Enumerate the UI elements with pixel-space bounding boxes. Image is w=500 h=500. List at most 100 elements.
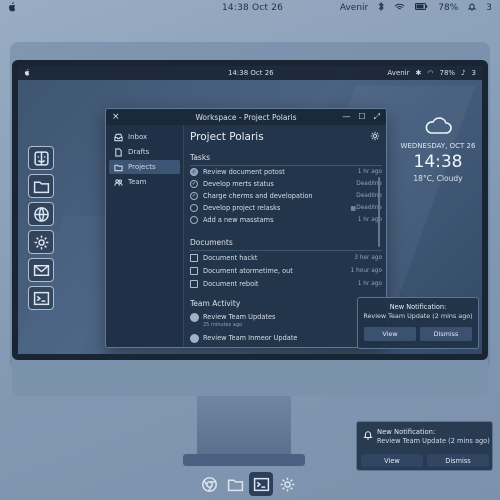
calendar-icon: ▦ (350, 204, 356, 212)
apple-menu-icon[interactable] (24, 68, 30, 78)
left-dock (28, 146, 56, 316)
activity-header: Team Activity (190, 299, 241, 308)
fullscreen-icon[interactable]: ⤢ (374, 112, 380, 122)
task-label: Develop project relasks (203, 204, 281, 212)
folder-icon[interactable] (223, 472, 247, 496)
terminal-icon[interactable] (28, 286, 54, 310)
inner-notification-count: 3 (471, 69, 476, 77)
sidebar-item-projects[interactable]: Projects (109, 160, 180, 174)
document-meta: 1 hr ago (357, 280, 382, 287)
window-title: Workspace - Project Polaris (195, 112, 297, 122)
task-item[interactable]: ✓ Charge cherms and developation Deadlin… (190, 190, 382, 202)
page-title: Project Polaris (190, 131, 264, 143)
view-button[interactable]: View (361, 454, 423, 467)
document-label: Document hackt (203, 253, 258, 262)
settings-gear-icon[interactable] (370, 131, 380, 141)
workspace-window: × Workspace - Project Polaris — ☐ ⤢ Inbo… (105, 108, 387, 348)
monitor-screen: 14:38 Oct 26 Avenir ✱ ◠ 78% ♪ 3 × Worksp… (18, 66, 482, 354)
check-icon[interactable]: ✓ (190, 180, 198, 188)
cloud-icon (425, 117, 452, 134)
task-label: Charge cherms and developation (203, 192, 313, 200)
task-item[interactable]: ✓ Develop merts status Deadline (190, 178, 382, 190)
dismiss-button[interactable]: Dismiss (420, 327, 472, 341)
document-label: Document atormetime, out (203, 266, 293, 275)
terminal-icon[interactable] (249, 472, 273, 496)
wifi-icon[interactable] (394, 3, 405, 14)
task-item[interactable]: ✓ Review document potost 1 hr ago (190, 166, 382, 178)
project-pane: Project Polaris Tasks ✓ Review document … (190, 131, 382, 343)
document-icon (190, 253, 198, 262)
battery-icon[interactable] (415, 3, 428, 13)
system-clock[interactable]: 14:38 Oct 26 (222, 3, 283, 13)
sidebar-item-inbox[interactable]: Inbox (109, 130, 180, 144)
inner-menu-bar: 14:38 Oct 26 Avenir ✱ ◠ 78% ♪ 3 (18, 66, 482, 80)
scrollbar[interactable] (378, 177, 380, 247)
file-icon (115, 147, 122, 157)
wifi-icon[interactable]: ◠ (427, 69, 433, 77)
system-menu-bar: 14:38 Oct 26 Avenir 78% 3 (0, 0, 500, 17)
globe-icon[interactable] (28, 202, 54, 226)
team-icon (114, 178, 123, 186)
check-icon[interactable]: ✓ (190, 168, 198, 176)
notification-count: 3 (486, 3, 492, 13)
sidebar-item-label: Drafts (128, 148, 150, 156)
notification-body: Review Team Update (2 mins ago) (377, 437, 490, 445)
widget-date: WEDNESDAY, OCT 26 (400, 142, 476, 150)
battery-percent: 78% (438, 3, 459, 13)
mail-icon[interactable] (28, 258, 54, 282)
activity-item[interactable]: Review Team Updates 25 minutes ago (190, 311, 382, 332)
document-item[interactable]: Document atormetime, out 1 hour ago (190, 264, 382, 277)
inner-clock[interactable]: 14:38 Oct 26 (228, 69, 274, 77)
monitor-chin (12, 360, 488, 396)
document-icon (190, 266, 198, 275)
sidebar-item-drafts[interactable]: Drafts (109, 145, 180, 159)
documents-header: Documents (190, 238, 382, 251)
activity-item[interactable]: Review Team Inmeor Update (190, 332, 382, 343)
dismiss-button[interactable]: Dismiss (427, 454, 489, 467)
avatar (190, 334, 199, 343)
avatar (190, 313, 199, 322)
inner-user-name[interactable]: Avenir (387, 69, 409, 77)
task-label: Develop merts status (203, 180, 274, 188)
document-label: Document reboit (203, 279, 259, 288)
window-sidebar: Inbox Drafts Projects Team (106, 125, 184, 347)
check-icon[interactable]: ✓ (190, 192, 198, 200)
bluetooth-icon[interactable] (378, 1, 384, 14)
window-titlebar[interactable]: × Workspace - Project Polaris — ☐ ⤢ (106, 109, 386, 125)
circle-icon[interactable] (190, 204, 198, 212)
task-item[interactable]: Develop project relasks ▦ Deadline (190, 202, 382, 214)
chrome-icon[interactable] (197, 472, 221, 496)
document-item[interactable]: Document reboit 1 hr ago (190, 277, 382, 290)
document-meta: 1 hour ago (350, 267, 382, 274)
document-icon (190, 279, 198, 288)
view-button[interactable]: View (364, 327, 416, 341)
finder-icon[interactable] (28, 146, 54, 170)
sidebar-item-label: Inbox (128, 133, 148, 141)
maximize-icon[interactable]: ☐ (358, 112, 365, 122)
notification-bell-icon[interactable] (468, 2, 477, 14)
gear-icon[interactable] (28, 230, 54, 254)
sidebar-item-team[interactable]: Team (109, 175, 180, 189)
notification-bell-icon[interactable]: ♪ (461, 69, 465, 77)
document-meta: 3 her ago (354, 254, 382, 261)
task-item[interactable]: Add a new masstams 1 hr ago (190, 214, 382, 226)
weather-widget[interactable]: WEDNESDAY, OCT 26 14:38 18°C, Cloudy (398, 116, 478, 183)
notification-toast-outer: New Notification: Review Team Update (2 … (356, 421, 493, 471)
bluetooth-icon[interactable]: ✱ (416, 69, 422, 77)
apple-menu-icon[interactable] (8, 2, 16, 15)
folder-icon[interactable] (28, 174, 54, 198)
circle-icon[interactable] (190, 216, 198, 224)
activity-label: Review Team Inmeor Update (203, 334, 298, 342)
notification-body: Review Team Update (2 mins ago) (363, 312, 473, 320)
sidebar-item-label: Team (128, 178, 147, 186)
monitor-stand (197, 396, 291, 454)
bottom-dock (190, 472, 306, 498)
close-icon[interactable]: × (112, 112, 120, 122)
minimize-icon[interactable]: — (342, 112, 350, 122)
tasks-header: Tasks (190, 153, 382, 166)
user-name[interactable]: Avenir (340, 3, 368, 13)
activity-label: Review Team Updates (203, 313, 276, 321)
document-item[interactable]: Document hackt 3 her ago (190, 251, 382, 264)
gear-icon[interactable] (275, 472, 299, 496)
notification-title: New Notification: (377, 428, 436, 436)
